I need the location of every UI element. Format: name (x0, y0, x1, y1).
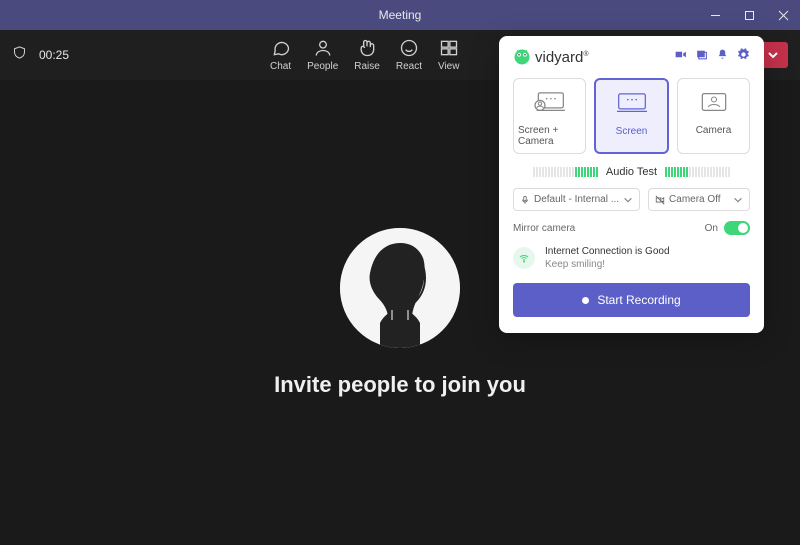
camera-select-value: Camera Off (669, 194, 729, 205)
chat-label: Chat (270, 61, 291, 72)
chevron-down-icon (733, 195, 743, 205)
titlebar: Meeting (0, 0, 800, 30)
camera-mode-icon (694, 89, 734, 115)
mode-screen-camera[interactable]: Screen + Camera (513, 78, 586, 154)
vidyard-logo-icon (513, 48, 531, 66)
avatar (340, 228, 460, 348)
chat-button[interactable]: Chat (270, 38, 291, 72)
mirror-camera-row: Mirror camera On (513, 221, 750, 235)
mic-select[interactable]: Default - Internal ... (513, 188, 640, 211)
vidyard-header: vidyard® (513, 48, 750, 66)
view-label: View (438, 61, 460, 72)
connection-status-row: Internet Connection is Good Keep smiling… (513, 245, 750, 271)
invite-text: Invite people to join you (274, 372, 526, 398)
device-selects: Default - Internal ... Camera Off (513, 188, 750, 211)
connection-subtitle: Keep smiling! (545, 258, 670, 271)
mode-screen-camera-label: Screen + Camera (518, 125, 581, 147)
connection-title: Internet Connection is Good (545, 245, 670, 258)
raise-button[interactable]: Raise (354, 38, 380, 72)
view-button[interactable]: View (438, 38, 460, 72)
audio-bars-right (665, 167, 730, 177)
audio-test-label: Audio Test (606, 166, 657, 178)
window-controls (698, 0, 800, 30)
mode-camera-label: Camera (696, 125, 732, 136)
mic-icon (520, 195, 530, 205)
close-button[interactable] (766, 0, 800, 30)
vidyard-library-icon[interactable] (695, 48, 708, 66)
mirror-camera-state: On (705, 223, 718, 234)
recording-modes: Screen + Camera Screen Camera (513, 78, 750, 154)
react-button[interactable]: React (396, 38, 422, 72)
connection-status-text: Internet Connection is Good Keep smiling… (545, 245, 670, 271)
vidyard-logo: vidyard® (513, 48, 589, 66)
vidyard-logo-text: vidyard® (535, 49, 589, 66)
camera-select[interactable]: Camera Off (648, 188, 750, 211)
record-dot-icon (582, 297, 589, 304)
maximize-button[interactable] (732, 0, 766, 30)
chevron-down-icon (623, 195, 633, 205)
meeting-timer: 00:25 (39, 48, 69, 62)
screen-icon (612, 90, 652, 116)
people-button[interactable]: People (307, 38, 338, 72)
vidyard-header-actions (674, 48, 750, 66)
wifi-icon (513, 247, 535, 269)
vidyard-bell-icon[interactable] (716, 48, 729, 66)
shield-icon[interactable] (12, 45, 27, 65)
minimize-button[interactable] (698, 0, 732, 30)
mic-select-value: Default - Internal ... (534, 194, 619, 205)
mirror-camera-label: Mirror camera (513, 223, 705, 234)
camera-off-icon (655, 195, 665, 205)
vidyard-gear-icon[interactable] (737, 48, 750, 66)
screen-camera-icon (530, 89, 570, 115)
mirror-camera-toggle[interactable] (724, 221, 750, 235)
mode-camera[interactable]: Camera (677, 78, 750, 154)
toolbar-actions: Chat People Raise React View (270, 38, 459, 72)
vidyard-panel: vidyard® Screen + Camera Screen Camera A… (499, 36, 764, 333)
raise-label: Raise (354, 61, 380, 72)
react-label: React (396, 61, 422, 72)
mode-screen[interactable]: Screen (594, 78, 669, 154)
audio-bars-left (533, 167, 598, 177)
vidyard-camera-icon[interactable] (674, 48, 687, 66)
people-label: People (307, 61, 338, 72)
mode-screen-label: Screen (616, 126, 648, 137)
start-recording-button[interactable]: Start Recording (513, 283, 750, 317)
audio-test-row: Audio Test (513, 166, 750, 178)
window-title: Meeting (379, 8, 422, 22)
start-recording-label: Start Recording (597, 293, 680, 307)
